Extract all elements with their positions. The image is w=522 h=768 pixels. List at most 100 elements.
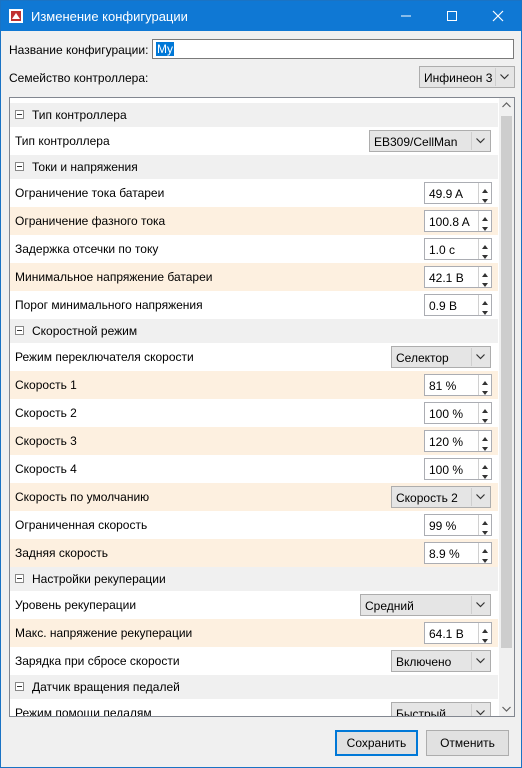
- property-row[interactable]: Порог минимального напряжения 0.9 В: [10, 291, 498, 319]
- spinner-buttons[interactable]: [478, 183, 491, 203]
- value-spinner[interactable]: 99 %: [424, 514, 492, 536]
- property-row[interactable]: Тип контроллера EB309/CellMan: [10, 127, 498, 155]
- spin-up-icon[interactable]: [481, 184, 489, 193]
- property-row[interactable]: Скорость 2 100 %: [10, 399, 498, 427]
- controller-family-value: Инфинеон 3: [424, 71, 493, 85]
- property-row[interactable]: Макс. напряжение рекуперации 64.1 В: [10, 619, 498, 647]
- spinner-buttons[interactable]: [478, 515, 491, 535]
- maximize-button[interactable]: [429, 1, 475, 31]
- scroll-down-icon[interactable]: [502, 706, 511, 712]
- scrollbar-thumb[interactable]: [501, 116, 512, 648]
- spin-down-icon[interactable]: [481, 222, 489, 231]
- property-row[interactable]: Скорость 3 120 %: [10, 427, 498, 455]
- spin-down-icon[interactable]: [481, 634, 489, 643]
- property-row[interactable]: Минимальное напряжение батареи 42.1 В: [10, 263, 498, 291]
- category-header[interactable]: Настройки рекуперации: [10, 567, 498, 591]
- property-row[interactable]: Задержка отсечки по току 1.0 с: [10, 235, 498, 263]
- select-value: Скорость 2: [396, 491, 458, 505]
- close-button[interactable]: [475, 1, 521, 31]
- spin-down-icon[interactable]: [481, 250, 489, 259]
- value-spinner[interactable]: 120 %: [424, 430, 492, 452]
- value-spinner[interactable]: 64.1 В: [424, 622, 492, 644]
- save-button[interactable]: Сохранить: [335, 730, 418, 756]
- spin-down-icon[interactable]: [481, 526, 489, 535]
- collapse-toggle-icon[interactable]: [15, 110, 24, 119]
- value-select[interactable]: Средний: [360, 594, 491, 616]
- property-row[interactable]: Скорость по умолчанию Скорость 2: [10, 483, 498, 511]
- property-row[interactable]: Скорость 4 100 %: [10, 455, 498, 483]
- property-row[interactable]: Зарядка при сбросе скорости Включено: [10, 647, 498, 675]
- spinner-buttons[interactable]: [478, 267, 491, 287]
- spin-up-icon[interactable]: [481, 544, 489, 553]
- category-header[interactable]: Датчик вращения педалей: [10, 675, 498, 699]
- spinner-value: 64.1 В: [429, 627, 464, 641]
- spin-up-icon[interactable]: [481, 624, 489, 633]
- spin-up-icon[interactable]: [481, 240, 489, 249]
- spinner-buttons[interactable]: [478, 543, 491, 563]
- category-header[interactable]: Скоростной режим: [10, 319, 498, 343]
- spinner-buttons[interactable]: [478, 459, 491, 479]
- value-select[interactable]: Быстрый: [391, 702, 491, 716]
- property-row[interactable]: Режим переключателя скорости Селектор: [10, 343, 498, 371]
- property-row[interactable]: Ограничение фазного тока 100.8 A: [10, 207, 498, 235]
- value-spinner[interactable]: 49.9 A: [424, 182, 492, 204]
- value-spinner[interactable]: 8.9 %: [424, 542, 492, 564]
- config-name-input[interactable]: My: [152, 39, 514, 59]
- spin-down-icon[interactable]: [481, 470, 489, 479]
- spinner-buttons[interactable]: [478, 375, 491, 395]
- collapse-toggle-icon[interactable]: [15, 326, 24, 335]
- spinner-buttons[interactable]: [478, 295, 491, 315]
- value-spinner[interactable]: 42.1 В: [424, 266, 492, 288]
- spinner-buttons[interactable]: [478, 623, 491, 643]
- controller-family-select[interactable]: Инфинеон 3: [419, 66, 515, 88]
- scroll-up-icon[interactable]: [502, 102, 511, 108]
- spin-up-icon[interactable]: [481, 376, 489, 385]
- spin-up-icon[interactable]: [481, 404, 489, 413]
- category-header[interactable]: Токи и напряжения: [10, 155, 498, 179]
- category-header[interactable]: Тип контроллера: [10, 103, 498, 127]
- value-spinner[interactable]: 1.0 с: [424, 238, 492, 260]
- value-select[interactable]: Включено: [391, 650, 491, 672]
- property-row[interactable]: Ограниченная скорость 99 %: [10, 511, 498, 539]
- collapse-toggle-icon[interactable]: [15, 682, 24, 691]
- cancel-button[interactable]: Отменить: [426, 730, 509, 756]
- property-grid[interactable]: Тип контроллера Тип контроллера EB309/Cell…: [9, 97, 515, 717]
- spinner-buttons[interactable]: [478, 403, 491, 423]
- spin-up-icon[interactable]: [481, 516, 489, 525]
- property-row[interactable]: Ограничение тока батареи 49.9 A: [10, 179, 498, 207]
- spin-up-icon[interactable]: [481, 432, 489, 441]
- property-label: Тип контроллера: [15, 134, 110, 148]
- spin-down-icon[interactable]: [481, 278, 489, 287]
- property-row[interactable]: Режим помощи педалям Быстрый: [10, 699, 498, 716]
- value-select[interactable]: Селектор: [391, 346, 491, 368]
- spin-down-icon[interactable]: [481, 414, 489, 423]
- spin-down-icon[interactable]: [481, 306, 489, 315]
- spin-down-icon[interactable]: [481, 194, 489, 203]
- collapse-toggle-icon[interactable]: [15, 162, 24, 171]
- spin-up-icon[interactable]: [481, 212, 489, 221]
- title-bar[interactable]: Изменение конфигурации: [1, 1, 521, 31]
- value-spinner[interactable]: 81 %: [424, 374, 492, 396]
- property-label: Ограничение фазного тока: [15, 214, 166, 228]
- spin-up-icon[interactable]: [481, 268, 489, 277]
- spin-down-icon[interactable]: [481, 442, 489, 451]
- spin-down-icon[interactable]: [481, 386, 489, 395]
- spinner-buttons[interactable]: [478, 211, 491, 231]
- property-row[interactable]: Уровень рекуперации Средний: [10, 591, 498, 619]
- spinner-buttons[interactable]: [478, 239, 491, 259]
- spinner-buttons[interactable]: [478, 431, 491, 451]
- spin-up-icon[interactable]: [481, 460, 489, 469]
- spin-down-icon[interactable]: [481, 554, 489, 563]
- property-row[interactable]: Скорость 1 81 %: [10, 371, 498, 399]
- value-select[interactable]: Скорость 2: [391, 486, 491, 508]
- value-spinner[interactable]: 0.9 В: [424, 294, 492, 316]
- value-spinner[interactable]: 100 %: [424, 402, 492, 424]
- minimize-button[interactable]: [383, 1, 429, 31]
- value-spinner[interactable]: 100.8 A: [424, 210, 492, 232]
- vertical-scrollbar[interactable]: [499, 98, 514, 716]
- value-select[interactable]: EB309/CellMan: [369, 130, 491, 152]
- value-spinner[interactable]: 100 %: [424, 458, 492, 480]
- collapse-toggle-icon[interactable]: [15, 574, 24, 583]
- property-row[interactable]: Задняя скорость 8.9 %: [10, 539, 498, 567]
- spin-up-icon[interactable]: [481, 296, 489, 305]
